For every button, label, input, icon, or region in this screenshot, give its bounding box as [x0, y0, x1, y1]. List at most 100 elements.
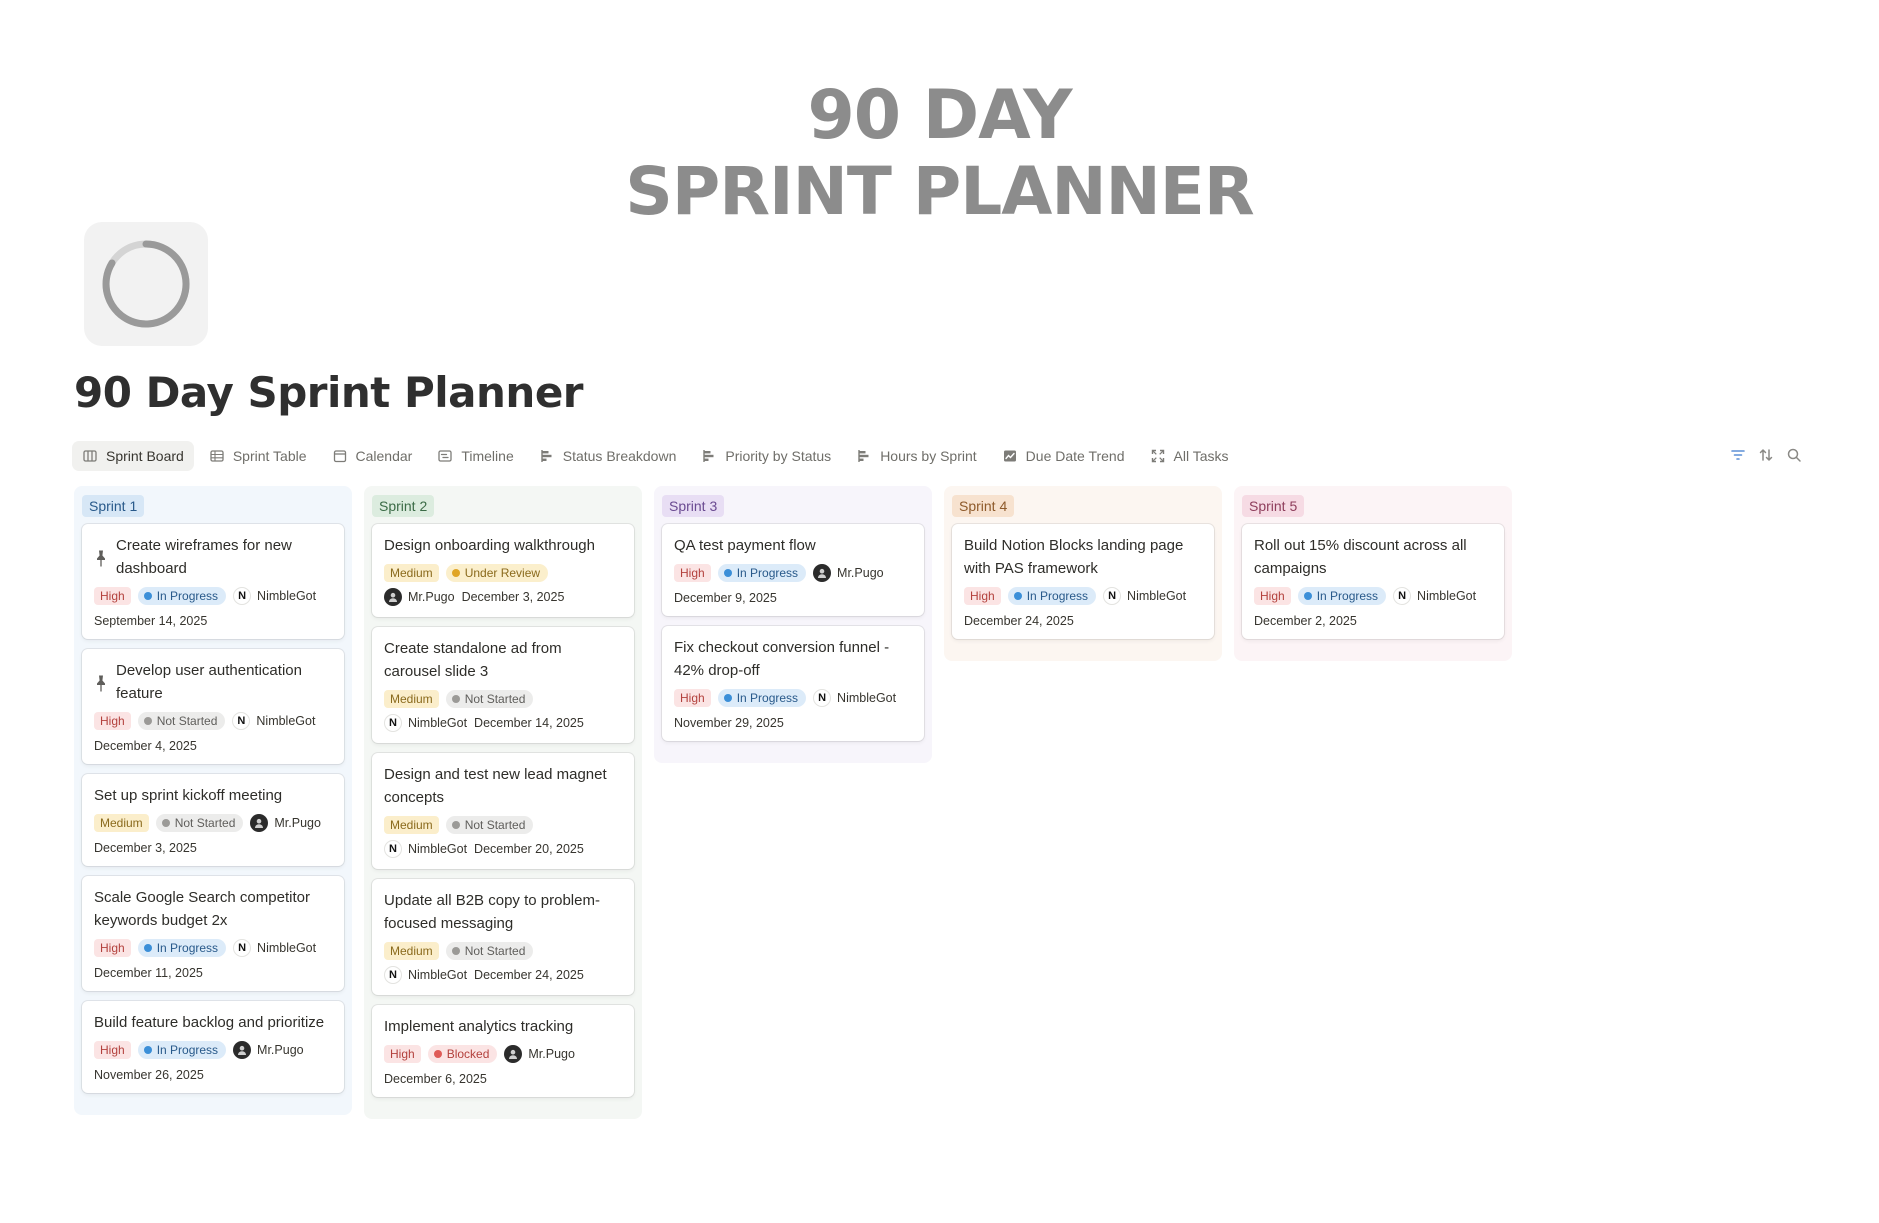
status-label: In Progress [1026, 589, 1089, 603]
task-title: Create standalone ad from carousel slide… [384, 637, 622, 683]
assignee[interactable]: N NimbleGot [233, 939, 316, 957]
person-icon [818, 568, 827, 578]
sprint-tag[interactable]: Sprint 3 [662, 495, 725, 517]
task-card[interactable]: Scale Google Search competitor keywords … [82, 876, 344, 991]
assignee-name: Mr.Pugo [528, 1047, 575, 1061]
tab-label: All Tasks [1173, 448, 1229, 464]
task-meta: N NimbleGot December 24, 2025 [384, 966, 622, 984]
status-dot-icon [143, 944, 152, 952]
column-header: Sprint 5 [1242, 494, 1504, 518]
avatar: N [384, 840, 402, 858]
tab-calendar[interactable]: Calendar [322, 441, 423, 471]
status-label: Not Started [464, 944, 526, 958]
assignee[interactable]: N NimbleGot [384, 966, 467, 984]
task-card[interactable]: Create standalone ad from carousel slide… [372, 627, 634, 743]
tab-priority-by-status[interactable]: Priority by Status [691, 441, 841, 471]
tab-sprint-board[interactable]: Sprint Board [72, 441, 194, 471]
status-dot-icon [143, 1046, 152, 1054]
status-label: Not Started [464, 692, 526, 706]
task-card[interactable]: Create wireframes for new dashboard High I… [82, 524, 344, 639]
tab-timeline[interactable]: Timeline [427, 441, 523, 471]
status-dot-icon [1013, 592, 1022, 600]
assignee[interactable]: Mr.Pugo [504, 1045, 575, 1063]
task-card[interactable]: Fix checkout conversion funnel - 42% dro… [662, 626, 924, 741]
tab-all-tasks[interactable]: All Tasks [1140, 441, 1239, 471]
task-card[interactable]: Implement analytics tracking High Blocked M… [372, 1005, 634, 1097]
assignee[interactable]: Mr.Pugo [233, 1041, 304, 1059]
assignee[interactable]: Mr.Pugo [250, 814, 321, 832]
task-title: Design onboarding walkthrough [384, 534, 622, 557]
priority-badge: High [94, 587, 131, 605]
filter-icon[interactable] [1729, 446, 1747, 464]
status-badge: In Progress [137, 587, 227, 605]
priority-badge: High [674, 564, 711, 582]
due-date: December 2, 2025 [1254, 614, 1357, 628]
avatar [384, 588, 402, 606]
task-title-text: Create standalone ad from carousel slide… [384, 640, 562, 680]
assignee[interactable]: Mr.Pugo [813, 564, 884, 582]
priority-badge: High [94, 712, 131, 730]
task-card[interactable]: Develop user authentication feature High N… [82, 649, 344, 764]
tab-due-date-trend[interactable]: Due Date Trend [992, 441, 1135, 471]
tab-hours-by-sprint[interactable]: Hours by Sprint [846, 441, 986, 471]
task-title-text: Implement analytics tracking [384, 1018, 574, 1035]
task-title: Design and test new lead magnet concepts [384, 763, 622, 809]
task-meta: N NimbleGot December 20, 2025 [384, 840, 622, 858]
sprint-tag[interactable]: Sprint 4 [952, 495, 1015, 517]
sprint-column: Sprint 2 Design onboarding walkthrough Med… [364, 486, 642, 1119]
sort-icon[interactable] [1757, 446, 1775, 464]
sprint-tag[interactable]: Sprint 5 [1242, 495, 1305, 517]
assignee[interactable]: N NimbleGot [813, 689, 896, 707]
assignee[interactable]: N NimbleGot [384, 840, 467, 858]
task-properties: Medium Not Started [384, 816, 622, 834]
assignee[interactable]: Mr.Pugo [384, 588, 455, 606]
task-card[interactable]: Design onboarding walkthrough Medium Under… [372, 524, 634, 617]
task-title: Set up sprint kickoff meeting [94, 784, 332, 807]
avatar: N [233, 939, 252, 957]
assignee[interactable]: N NimbleGot [1103, 587, 1186, 605]
sprint-tag[interactable]: Sprint 1 [82, 495, 145, 517]
task-card[interactable]: Design and test new lead magnet concepts… [372, 753, 634, 869]
status-badge: In Progress [137, 1041, 227, 1059]
assignee[interactable]: N NimbleGot [384, 714, 467, 732]
status-dot-icon [451, 947, 460, 955]
assignee[interactable]: N NimbleGot [232, 712, 315, 730]
tab-label: Status Breakdown [562, 448, 677, 464]
due-date: December 11, 2025 [94, 966, 203, 980]
sprint-tag[interactable]: Sprint 2 [372, 495, 435, 517]
status-badge: In Progress [137, 939, 227, 957]
status-badge: In Progress [717, 689, 807, 707]
search-icon[interactable] [1785, 446, 1803, 464]
priority-badge: Medium [384, 816, 439, 834]
priority-badge: High [94, 1041, 131, 1059]
status-label: Not Started [174, 816, 236, 830]
due-date: December 14, 2025 [474, 716, 584, 730]
priority-badge: High [1254, 587, 1291, 605]
task-card[interactable]: Roll out 15% discount across all campaig… [1242, 524, 1504, 639]
task-card[interactable]: Update all B2B copy to problem-focused m… [372, 879, 634, 995]
progress-ring-icon [102, 240, 190, 328]
status-label: Under Review [464, 566, 541, 580]
task-title-text: QA test payment flow [674, 537, 816, 554]
assignee-name: NimbleGot [1127, 589, 1187, 603]
task-properties: High In Progress Mr.Pugo [674, 564, 912, 582]
task-card[interactable]: Build feature backlog and prioritize High… [82, 1001, 344, 1093]
avatar: N [1393, 587, 1412, 605]
status-label: Not Started [156, 714, 218, 728]
assignee[interactable]: N NimbleGot [1393, 587, 1476, 605]
bar-chart-icon [858, 450, 869, 462]
status-dot-icon [451, 695, 460, 703]
column-header: Sprint 4 [952, 494, 1214, 518]
task-title: Update all B2B copy to problem-focused m… [384, 889, 622, 935]
tab-status-breakdown[interactable]: Status Breakdown [529, 441, 687, 471]
task-properties: Medium Not Started Mr.Pugo [94, 814, 332, 832]
priority-badge: High [964, 587, 1001, 605]
avatar [250, 814, 269, 832]
assignee[interactable]: N NimbleGot [233, 587, 316, 605]
page-icon[interactable] [84, 222, 208, 346]
tab-sprint-table[interactable]: Sprint Table [199, 441, 317, 471]
task-title-text: Build feature backlog and prioritize [94, 1014, 325, 1031]
task-card[interactable]: QA test payment flow High In Progress Mr.Pu… [662, 524, 924, 616]
task-card[interactable]: Build Notion Blocks landing page with PA… [952, 524, 1214, 639]
task-card[interactable]: Set up sprint kickoff meeting Medium Not S… [82, 774, 344, 866]
